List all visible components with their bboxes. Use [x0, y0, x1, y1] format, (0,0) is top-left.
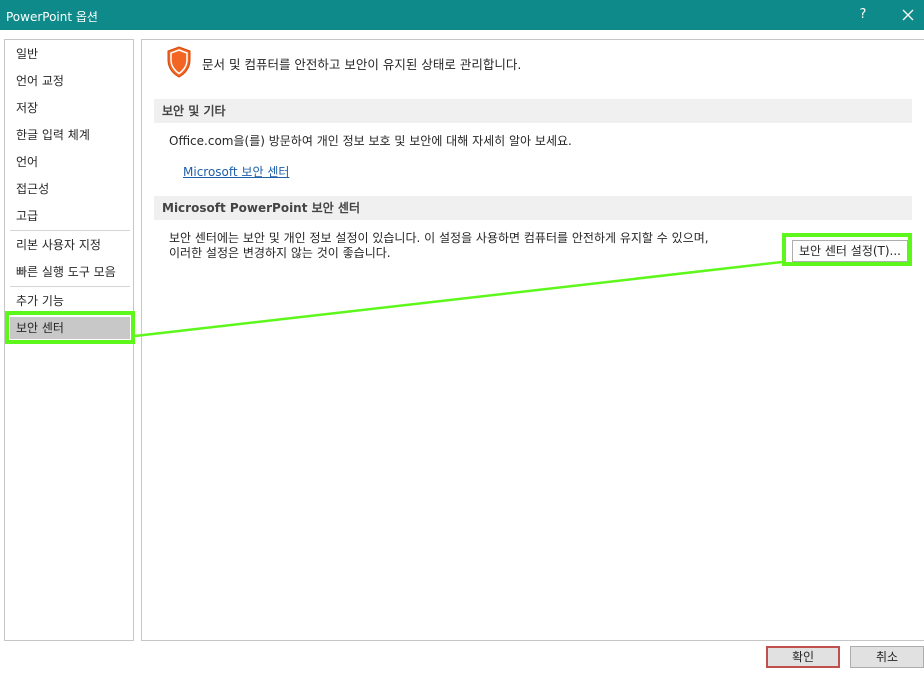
sidebar-divider: [10, 230, 130, 231]
sidebar-item-language[interactable]: 언어: [10, 151, 130, 173]
trust-center-settings-button[interactable]: 보안 센터 설정(T)...: [792, 240, 908, 262]
sidebar-item-korean-input[interactable]: 한글 입력 체계: [10, 124, 130, 146]
sidebar-item-accessibility[interactable]: 접근성: [10, 178, 130, 200]
window-title: PowerPoint 옵션: [6, 10, 98, 24]
section-header-security: 보안 및 기타: [154, 99, 912, 123]
sidebar-divider: [10, 286, 130, 287]
help-button[interactable]: ?: [852, 2, 874, 28]
main-panel: 문서 및 컴퓨터를 안전하고 보안이 유지된 상태로 관리합니다. 보안 및 기…: [141, 39, 924, 641]
ok-button[interactable]: 확인: [766, 646, 840, 668]
sidebar-item-save[interactable]: 저장: [10, 97, 130, 119]
title-bar: PowerPoint 옵션 ?: [0, 0, 924, 30]
shield-icon: [167, 46, 191, 78]
sidebar-item-general[interactable]: 일반: [10, 43, 130, 65]
sidebar-item-proofing[interactable]: 언어 교정: [10, 70, 130, 92]
options-sidebar: 일반 언어 교정 저장 한글 입력 체계 언어 접근성 고급 리본 사용자 지정…: [4, 39, 134, 641]
cancel-button[interactable]: 취소: [850, 646, 924, 668]
page-intro-text: 문서 및 컴퓨터를 안전하고 보안이 유지된 상태로 관리합니다.: [202, 57, 522, 72]
section-header-trust-center: Microsoft PowerPoint 보안 센터: [154, 196, 912, 220]
security-description: Office.com을(를) 방문하여 개인 정보 보호 및 보안에 대해 자세…: [169, 134, 572, 148]
trust-center-description-line1: 보안 센터에는 보안 및 개인 정보 설정이 있습니다. 이 설정을 사용하면 …: [169, 231, 709, 245]
sidebar-item-add-ins[interactable]: 추가 기능: [10, 290, 130, 312]
microsoft-trust-center-link[interactable]: Microsoft 보안 센터: [183, 163, 289, 180]
sidebar-item-advanced[interactable]: 고급: [10, 205, 130, 227]
trust-center-description-line2: 이러한 설정은 변경하지 않는 것이 좋습니다.: [169, 246, 391, 260]
close-button[interactable]: [894, 2, 922, 28]
close-icon: [902, 9, 914, 21]
sidebar-item-quick-access-toolbar[interactable]: 빠른 실행 도구 모음: [10, 261, 130, 283]
sidebar-item-trust-center[interactable]: 보안 센터: [10, 317, 130, 339]
sidebar-item-customize-ribbon[interactable]: 리본 사용자 지정: [10, 234, 130, 256]
